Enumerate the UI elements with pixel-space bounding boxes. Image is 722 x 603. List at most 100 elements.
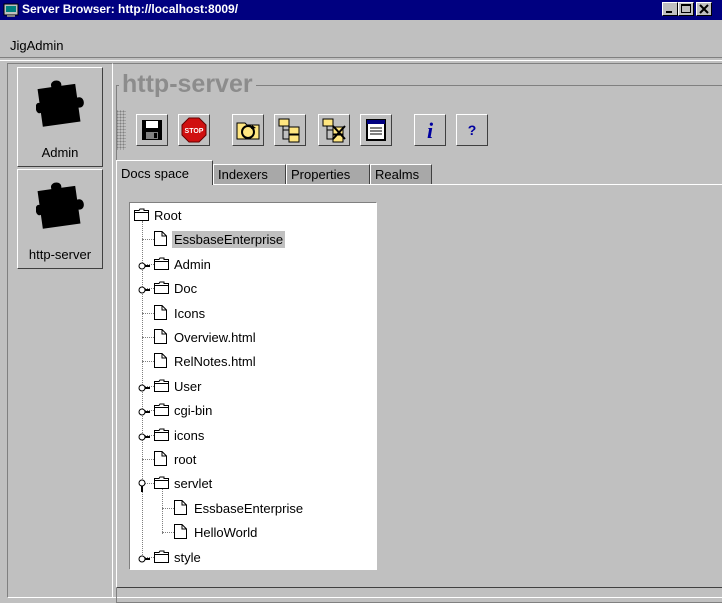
close-button[interactable] (696, 2, 712, 16)
expand-toggle-icon[interactable] (138, 260, 150, 275)
nav-admin-label: Admin (41, 145, 79, 160)
stop-button[interactable]: STOP (178, 114, 210, 146)
tree-node[interactable]: cgi-bin (130, 399, 376, 422)
tree-node[interactable]: EssbaseEnterprise (130, 228, 376, 251)
properties-button[interactable] (360, 114, 392, 146)
tree-node[interactable]: Doc (130, 277, 376, 300)
info-icon-text: i (427, 118, 434, 142)
menu-jigadmin[interactable]: JigAdmin (10, 38, 63, 53)
collapse-toggle-icon[interactable] (138, 479, 148, 496)
minimize-icon (666, 11, 672, 13)
tree-node-label: root (174, 452, 197, 467)
tree-node[interactable]: RelNotes.html (130, 350, 376, 373)
file-icon (174, 499, 187, 518)
nav-http-server-button[interactable]: http-server (17, 169, 103, 269)
tree-add-button[interactable] (274, 114, 306, 146)
tree-node-label: Icons (174, 305, 206, 321)
file-icon (154, 231, 167, 249)
tree-connector (162, 507, 174, 509)
expand-toggle-icon[interactable] (138, 431, 150, 446)
tree-node[interactable]: EssbaseEnterprise (130, 497, 376, 520)
refresh-folder-icon (236, 122, 260, 140)
expand-toggle-icon[interactable] (138, 284, 150, 299)
menu-separator (0, 57, 722, 61)
tree-node-label: icons (174, 427, 205, 443)
expand-toggle-icon[interactable] (138, 406, 150, 421)
reindex-button[interactable] (232, 114, 264, 146)
save-button[interactable] (136, 114, 168, 146)
tree-connector (142, 239, 154, 241)
window-title: Server Browser: http://localhost:8009/ (22, 2, 239, 16)
file-icon (154, 353, 167, 371)
folder-icon (154, 257, 169, 273)
folder-icon (154, 379, 169, 395)
file-icon (154, 329, 167, 347)
tree-node[interactable]: root (130, 448, 376, 471)
expand-toggle-icon[interactable] (138, 382, 150, 397)
tree-node[interactable]: icons (130, 424, 376, 447)
help-button[interactable]: ? (456, 114, 488, 146)
folder-icon (154, 428, 169, 444)
tree-connector (142, 361, 154, 363)
docs-tree[interactable]: Root EssbaseEnterprise Admin Doc Icons Overvi… (129, 202, 377, 570)
tree-connector (142, 337, 154, 338)
tree-node-label: Overview.html (174, 330, 256, 345)
file-icon (174, 524, 187, 542)
puzzle-icon (36, 80, 84, 127)
tree-node[interactable]: Root (130, 204, 376, 227)
minimize-button[interactable] (662, 2, 678, 16)
file-icon (154, 451, 167, 469)
nav-panel: Admin http-server (7, 63, 113, 598)
folder-icon (154, 550, 169, 566)
close-icon (699, 4, 709, 14)
folder-icon (154, 281, 169, 297)
tree-node[interactable]: servlet (130, 472, 376, 495)
nav-admin-button[interactable]: Admin (17, 67, 103, 167)
expand-toggle-icon[interactable] (138, 553, 150, 568)
folder-tree-icon (278, 118, 300, 143)
tree-node-label: HelloWorld (194, 525, 258, 541)
toolbar-grip[interactable] (116, 110, 126, 150)
tree-node-label: Doc (174, 281, 198, 297)
folder-icon (154, 476, 169, 492)
tree-node[interactable]: style (130, 546, 376, 569)
tree-node[interactable]: Overview.html (130, 326, 376, 349)
folder-icon (154, 403, 169, 419)
info-button[interactable]: i (414, 114, 446, 146)
folder-tree-delete-icon (322, 118, 346, 143)
document-list-icon (366, 119, 386, 141)
tree-connector (162, 532, 174, 534)
tree-node-label: style (174, 549, 201, 565)
maximize-button[interactable] (678, 2, 694, 16)
menu-bar: JigAdmin (0, 20, 722, 56)
group-title: http-server (119, 68, 256, 100)
tab-realms[interactable]: Realms (370, 164, 432, 184)
floppy-disk-icon (142, 120, 162, 140)
nav-http-server-label: http-server (28, 247, 92, 262)
tree-node-label: EssbaseEnterprise (172, 231, 286, 249)
tree-node[interactable]: HelloWorld (130, 521, 376, 544)
maximize-icon (681, 4, 691, 13)
tree-node[interactable]: Icons (130, 302, 376, 325)
tree-delete-button[interactable] (318, 114, 350, 146)
tab-properties[interactable]: Properties (286, 164, 370, 184)
tree-node-label: Root (154, 208, 182, 223)
stop-icon-text: STOP (185, 128, 204, 135)
window-titlebar: Server Browser: http://localhost:8009/ (0, 0, 722, 20)
tree-node-label: cgi-bin (174, 403, 213, 419)
tree-node-label: User (174, 378, 202, 394)
help-icon-text: ? (468, 122, 477, 138)
puzzle-icon (36, 182, 84, 229)
tab-indexers[interactable]: Indexers (213, 164, 286, 184)
stop-sign-icon: STOP (181, 117, 207, 143)
info-icon: i (427, 118, 434, 142)
tree-connector (142, 459, 154, 460)
file-icon (154, 304, 167, 323)
tree-node-label: servlet (174, 476, 213, 492)
tree-node[interactable]: Admin (130, 253, 376, 276)
help-icon: ? (468, 122, 477, 138)
tab-docs-space[interactable]: Docs space (116, 160, 213, 185)
tree-node[interactable]: User (130, 375, 376, 398)
folder-icon (134, 208, 149, 224)
tree-node-label: RelNotes.html (174, 354, 256, 370)
